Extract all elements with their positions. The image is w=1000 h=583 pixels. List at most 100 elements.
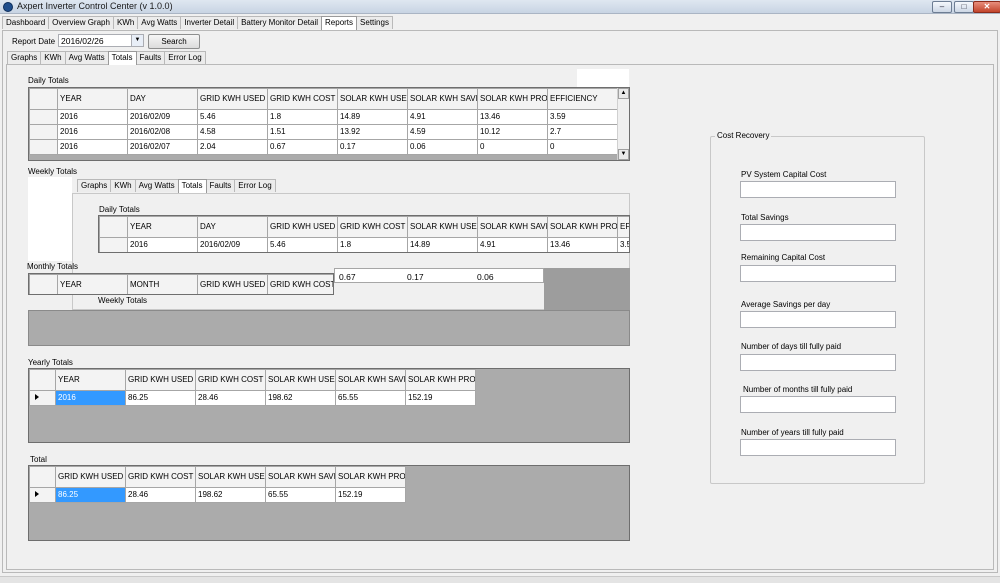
column-header[interactable]: GRID KWH USED bbox=[197, 88, 268, 110]
column-header[interactable]: SOLAR KWH PRODUCED bbox=[547, 216, 618, 238]
tab-error-log[interactable]: Error Log bbox=[234, 179, 276, 192]
total-grid[interactable]: GRID KWH USED GRID KWH COST SOLAR KWH US… bbox=[28, 465, 630, 541]
vertical-scrollbar[interactable]: ▲ ▼ bbox=[617, 88, 629, 160]
table-cell-selected[interactable]: 2016 bbox=[55, 390, 126, 406]
table-cell[interactable]: 13.46 bbox=[547, 237, 618, 252]
table-cell[interactable]: 0 bbox=[477, 139, 548, 155]
column-header[interactable]: YEAR bbox=[55, 369, 126, 391]
column-header[interactable]: GRID KWH COST bbox=[195, 369, 266, 391]
column-header[interactable]: SOLAR KWH SAVINGS bbox=[407, 88, 478, 110]
table-row[interactable]: 2016 2016/02/08 4.58 1.51 13.92 4.59 10.… bbox=[29, 124, 618, 140]
table-row[interactable]: 2016 86.25 28.46 198.62 65.55 152.19 bbox=[29, 390, 476, 406]
scroll-up-icon[interactable]: ▲ bbox=[618, 88, 629, 99]
column-header[interactable]: GRID KWH USED bbox=[197, 274, 268, 294]
years-till-paid-input[interactable] bbox=[740, 439, 896, 456]
table-cell[interactable]: 0.06 bbox=[407, 139, 478, 155]
column-header[interactable]: MONTH bbox=[127, 274, 198, 294]
column-header[interactable]: EFFICIENCY bbox=[547, 88, 618, 110]
total-savings-input[interactable] bbox=[740, 224, 896, 241]
tab-report-avg-watts[interactable]: Avg Watts bbox=[134, 179, 179, 192]
table-cell[interactable]: 2016/02/07 bbox=[127, 139, 198, 155]
table-cell[interactable]: 0.17 bbox=[337, 139, 408, 155]
table-cell[interactable]: 2016 bbox=[127, 237, 198, 252]
row-header[interactable] bbox=[29, 109, 58, 125]
column-header[interactable]: EFFI bbox=[617, 216, 629, 238]
maximize-button[interactable]: □ bbox=[954, 1, 974, 13]
table-cell[interactable]: 0.67 bbox=[267, 139, 338, 155]
column-header[interactable]: SOLAR KWH USED bbox=[337, 88, 408, 110]
row-header[interactable] bbox=[29, 139, 58, 155]
table-cell[interactable]: 10.12 bbox=[477, 124, 548, 140]
table-cell[interactable]: 5.46 bbox=[267, 237, 338, 252]
column-header[interactable]: GRID KWH COST bbox=[125, 466, 196, 488]
table-cell[interactable]: 2016/02/08 bbox=[127, 124, 198, 140]
tab-totals[interactable]: Totals bbox=[177, 179, 207, 193]
remaining-capital-cost-input[interactable] bbox=[740, 265, 896, 282]
tab-avg-watts[interactable]: Avg Watts bbox=[137, 16, 182, 29]
tab-dashboard[interactable]: Dashboard bbox=[2, 16, 50, 29]
column-header[interactable]: SOLAR KWH USED bbox=[195, 466, 266, 488]
table-cell[interactable]: 3.59 bbox=[617, 237, 629, 252]
table-cell[interactable]: 198.62 bbox=[265, 390, 336, 406]
column-header[interactable]: GRID KWH USED bbox=[267, 216, 338, 238]
table-cell[interactable]: 14.89 bbox=[407, 237, 478, 252]
column-header[interactable]: GRID KWH USED bbox=[55, 466, 126, 488]
table-cell[interactable]: 4.59 bbox=[407, 124, 478, 140]
column-header[interactable]: SOLAR KWH SAVINGS bbox=[477, 216, 548, 238]
column-header[interactable]: SOLAR KWH USED bbox=[265, 369, 336, 391]
column-header[interactable]: SOLAR KWH PRODUCED bbox=[405, 369, 476, 391]
tab-report-kwh[interactable]: KWh bbox=[40, 51, 66, 64]
calendar-dropdown-icon[interactable]: ▼ bbox=[131, 35, 143, 46]
tab-totals[interactable]: Totals bbox=[107, 51, 137, 65]
table-cell[interactable]: 0 bbox=[547, 139, 618, 155]
table-cell[interactable]: 4.91 bbox=[477, 237, 548, 252]
table-cell[interactable]: 198.62 bbox=[195, 487, 266, 503]
column-header[interactable]: GRID KWH COST bbox=[267, 274, 333, 294]
column-header[interactable]: GRID KWH COST bbox=[337, 216, 408, 238]
table-cell[interactable]: 1.8 bbox=[267, 109, 338, 125]
column-header[interactable]: SOLAR KWH SAVINGS bbox=[265, 466, 336, 488]
table-cell[interactable]: 2.04 bbox=[197, 139, 268, 155]
table-cell[interactable]: 4.58 bbox=[197, 124, 268, 140]
monthly-grid-body[interactable] bbox=[28, 310, 630, 346]
column-header[interactable]: GRID KWH USED bbox=[125, 369, 196, 391]
table-cell[interactable]: 2.7 bbox=[547, 124, 618, 140]
row-header[interactable] bbox=[29, 124, 58, 140]
table-cell[interactable]: 4.91 bbox=[407, 109, 478, 125]
column-header[interactable]: DAY bbox=[127, 88, 198, 110]
column-header[interactable]: SOLAR KWH PRODUCED bbox=[335, 466, 406, 488]
tab-faults[interactable]: Faults bbox=[205, 179, 236, 192]
months-till-paid-input[interactable] bbox=[740, 396, 896, 413]
table-cell-selected[interactable]: 86.25 bbox=[55, 487, 126, 503]
table-cell[interactable]: 152.19 bbox=[335, 487, 406, 503]
tab-error-log[interactable]: Error Log bbox=[164, 51, 206, 64]
avg-savings-per-day-input[interactable] bbox=[740, 311, 896, 328]
table-cell[interactable]: 2016/02/09 bbox=[197, 237, 268, 252]
tab-report-kwh[interactable]: KWh bbox=[110, 179, 136, 192]
table-cell[interactable]: 65.55 bbox=[335, 390, 406, 406]
table-cell[interactable]: 13.46 bbox=[477, 109, 548, 125]
column-header[interactable]: YEAR bbox=[57, 274, 128, 294]
table-cell[interactable]: 152.19 bbox=[405, 390, 476, 406]
tab-kwh[interactable]: KWh bbox=[112, 16, 139, 29]
tab-graphs[interactable]: Graphs bbox=[7, 51, 42, 64]
daily-totals-grid[interactable]: YEAR DAY GRID KWH USED GRID KWH COST SOL… bbox=[28, 87, 630, 161]
pv-capital-cost-input[interactable] bbox=[740, 181, 896, 198]
current-row-indicator[interactable] bbox=[29, 487, 56, 503]
column-header[interactable]: YEAR bbox=[127, 216, 198, 238]
yearly-totals-grid[interactable]: YEAR GRID KWH USED GRID KWH COST SOLAR K… bbox=[28, 368, 630, 443]
current-row-indicator[interactable] bbox=[29, 390, 56, 406]
table-row[interactable]: 2016 2016/02/09 5.46 1.8 14.89 4.91 13.4… bbox=[99, 237, 629, 252]
column-header[interactable]: SOLAR KWH USED bbox=[407, 216, 478, 238]
table-cell[interactable]: 2016 bbox=[57, 139, 128, 155]
table-cell[interactable]: 86.25 bbox=[125, 390, 196, 406]
tab-battery-monitor-detail[interactable]: Battery Monitor Detail bbox=[237, 16, 323, 29]
table-row[interactable]: 2016 2016/02/09 5.46 1.8 14.89 4.91 13.4… bbox=[29, 109, 618, 125]
report-date-picker[interactable]: 2016/02/26 ▼ bbox=[58, 34, 144, 47]
column-header[interactable]: GRID KWH COST bbox=[267, 88, 338, 110]
table-cell[interactable]: 1.8 bbox=[337, 237, 408, 252]
tab-inverter-detail[interactable]: Inverter Detail bbox=[180, 16, 239, 29]
table-row[interactable]: 86.25 28.46 198.62 65.55 152.19 bbox=[29, 487, 406, 503]
minimize-button[interactable]: – bbox=[932, 1, 952, 13]
table-cell[interactable]: 3.59 bbox=[547, 109, 618, 125]
